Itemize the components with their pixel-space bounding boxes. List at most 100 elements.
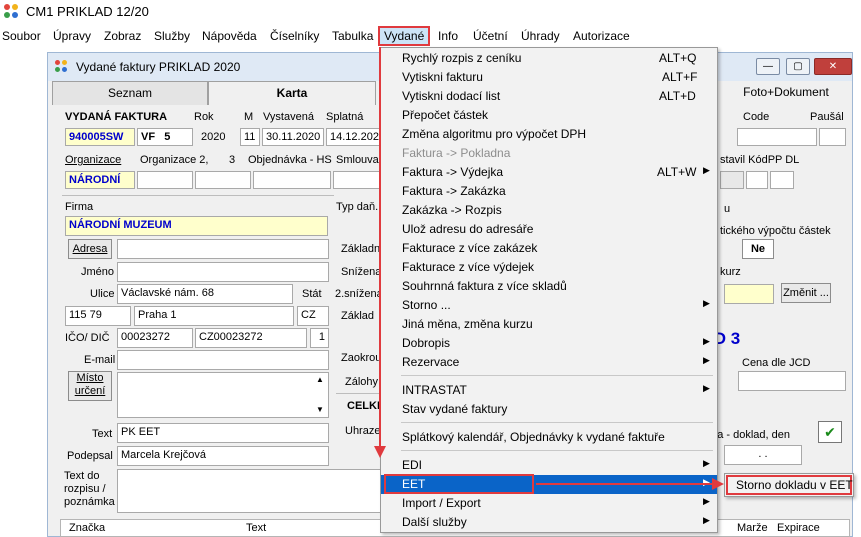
menu-fakturace-vydejek[interactable]: Fakturace z více výdejek [381,258,717,277]
month-field[interactable]: 11 [240,128,260,146]
tab-karta[interactable]: Karta [208,81,376,105]
menu-vytiskni-dodaci-list[interactable]: Vytiskni dodací list ALT+D [381,87,717,106]
menu-jina-mena[interactable]: Jiná měna, změna kurzu [381,315,717,334]
splatna-label: Splatná [326,111,364,123]
dl-field[interactable] [770,171,794,189]
date-field[interactable]: . . [724,445,802,465]
menu-zobraz[interactable]: Zobraz [104,29,141,43]
doc-type-field[interactable]: VF 5 [137,128,193,146]
text-label: Text [92,428,113,440]
item-label: Faktura -> Zakázka [402,184,506,198]
mesto-field[interactable]: Praha 1 [134,306,294,326]
item-label: Rezervace [402,355,460,369]
ico-extra-field[interactable]: 1 [310,328,329,348]
kurz-field[interactable] [724,284,774,304]
menu-upravy[interactable]: Úpravy [53,29,91,43]
menu-storno[interactable]: Storno ... ▶ [381,296,717,315]
menu-ucetni[interactable]: Účetní [473,29,508,43]
divider [336,393,382,394]
kodpp-field[interactable] [746,171,768,189]
close-icon[interactable]: ✕ [814,58,852,75]
jmeno-field[interactable] [117,262,329,282]
menu-ciselniky[interactable]: Číselníky [270,29,319,43]
code-field[interactable] [737,128,817,146]
text-field[interactable]: PK EET [117,423,329,443]
eet-highlight-box [384,474,534,494]
ne-button[interactable]: Ne [742,239,774,259]
scroll-up-icon[interactable]: ▲ [316,375,324,384]
col-marze[interactable]: Marže [737,522,768,534]
doc-number-field[interactable]: 940005SW [65,128,135,146]
menu-vydane[interactable]: Vydané [378,26,431,46]
zmenit-button[interactable]: Změnit ... [781,283,831,303]
menu-souhrnna-faktura[interactable]: Souhrnná faktura z více skladů [381,277,717,296]
dic-field[interactable]: CZ00023272 [195,328,307,348]
textdo-field[interactable] [117,469,382,513]
email-label: E-mail [84,354,116,366]
splatna-field[interactable]: 14.12.202 [326,128,380,146]
vystavil-field[interactable] [720,171,744,189]
menu-dalsi-sluzby[interactable]: Další služby ▶ [381,513,717,532]
menu-napoveda[interactable]: Nápověda [202,29,257,43]
tab-foto-label: Foto+Dokument [743,85,829,99]
menu-zakazka-rozpis[interactable]: Zakázka -> Rozpis [381,201,717,220]
zakladn-label: Základn [341,243,381,255]
item-label: Fakturace z více výdejek [402,260,535,274]
organizace3-field[interactable] [195,171,251,189]
menu-uhrady[interactable]: Úhrady [521,29,560,43]
adresa-button[interactable]: Adresa [68,239,112,259]
menu-vytiskni-fakturu[interactable]: Vytiskni fakturu ALT+F [381,68,717,87]
menu-storno-dokladu-eet[interactable]: Storno dokladu v EET [736,478,853,492]
menu-stav-faktury[interactable]: Stav vydané faktury [381,400,717,419]
misto-button[interactable]: Místo určení [68,371,112,401]
organizace-label: Organizace [65,154,122,166]
misto-field[interactable] [117,372,329,418]
doc-type: VF [141,131,156,143]
app-logo-icon [4,4,20,20]
menu-splatkovy-kalendar[interactable]: Splátkový kalendář, Objednávky k vydané … [381,428,717,447]
col-expirace[interactable]: Expirace [777,522,820,534]
menu-fakturace-zakazek[interactable]: Fakturace z více zakázek [381,239,717,258]
tab-seznam[interactable]: Seznam [52,81,208,105]
minimize-icon[interactable]: — [756,58,780,75]
cena-field[interactable] [738,371,846,391]
menu-dobropis[interactable]: Dobropis ▶ [381,334,717,353]
psc-field[interactable]: 115 79 [65,306,131,326]
vystavena-field[interactable]: 30.11.2020 [262,128,324,146]
email-field[interactable] [117,350,329,370]
podpis-field[interactable]: Marcela Krejčová [117,446,329,466]
adresa-field[interactable] [117,239,329,259]
pausal-field[interactable] [819,128,846,146]
menu-import-export[interactable]: Import / Export ▶ [381,494,717,513]
ico-field[interactable]: 00023272 [117,328,193,348]
menu-soubor[interactable]: Soubor [2,29,41,43]
menu-faktura-vydejka[interactable]: Faktura -> Výdejka ALT+W ▶ [381,163,717,182]
tab-foto-dokument[interactable]: Foto+Dokument [704,81,852,105]
menu-edi[interactable]: EDI ▶ [381,456,717,475]
app-title-bar: CM1 PRIKLAD 12/20 [0,0,861,24]
firma-field[interactable]: NÁRODNÍ MUZEUM [65,216,328,236]
menu-tabulka[interactable]: Tabulka [332,29,373,43]
maximize-icon[interactable]: ▢ [786,58,810,75]
menu-zmena-algoritmu-dph[interactable]: Změna algoritmu pro výpočet DPH [381,125,717,144]
menu-rychly-rozpis[interactable]: Rychlý rozpis z ceníku ALT+Q [381,49,717,68]
stat-field[interactable]: CZ [297,306,329,326]
menu-intrastat[interactable]: INTRASTAT ▶ [381,381,717,400]
objednavka-field[interactable] [253,171,331,189]
menu-prepocet-castek[interactable]: Přepočet částek [381,106,717,125]
menu-faktura-zakazka[interactable]: Faktura -> Zakázka [381,182,717,201]
menu-rezervace[interactable]: Rezervace ▶ [381,353,717,372]
organizace-field[interactable]: NÁRODNÍ [65,171,135,189]
u-label: u [724,203,731,215]
ulice-field[interactable]: Václavské nám. 68 [117,284,293,304]
scroll-down-icon[interactable]: ▼ [316,405,324,414]
col-text[interactable]: Text [246,522,266,534]
organizace2-field[interactable] [137,171,193,189]
menu-info[interactable]: Info [438,29,458,43]
menu-sluzby[interactable]: Služby [154,29,190,43]
menu-autorizace[interactable]: Autorizace [573,29,630,43]
col-znacka[interactable]: Značka [69,522,105,534]
confirm-check-icon[interactable]: ✔ [818,421,842,443]
smlouva-field[interactable] [333,171,381,189]
menu-uloz-adresu[interactable]: Ulož adresu do adresáře [381,220,717,239]
